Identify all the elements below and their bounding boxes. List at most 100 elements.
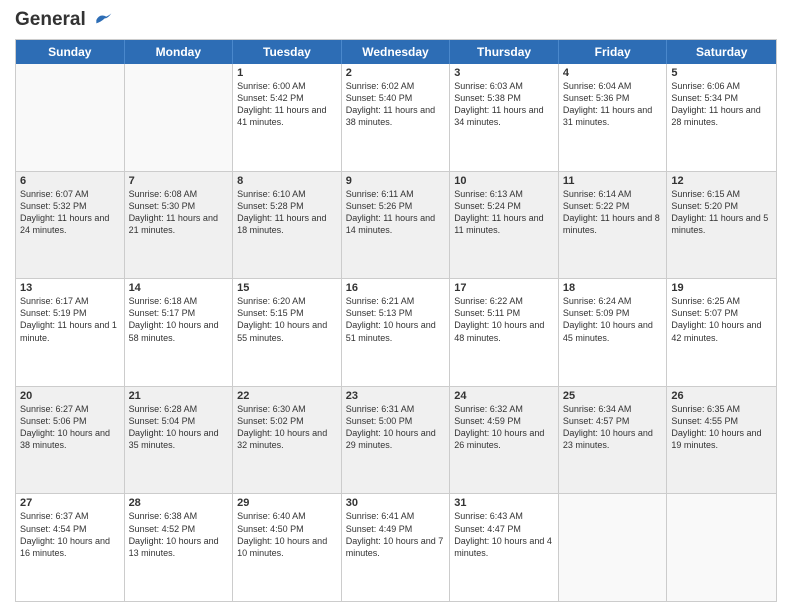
cal-cell: 28Sunrise: 6:38 AMSunset: 4:52 PMDayligh… bbox=[125, 494, 234, 601]
cal-cell: 11Sunrise: 6:14 AMSunset: 5:22 PMDayligh… bbox=[559, 172, 668, 279]
header-day-friday: Friday bbox=[559, 40, 668, 64]
cell-info: Sunrise: 6:28 AMSunset: 5:04 PMDaylight:… bbox=[129, 403, 229, 452]
cal-cell: 6Sunrise: 6:07 AMSunset: 5:32 PMDaylight… bbox=[16, 172, 125, 279]
cell-info: Sunrise: 6:11 AMSunset: 5:26 PMDaylight:… bbox=[346, 188, 446, 237]
cal-cell: 8Sunrise: 6:10 AMSunset: 5:28 PMDaylight… bbox=[233, 172, 342, 279]
day-number: 15 bbox=[237, 282, 337, 294]
cal-cell: 12Sunrise: 6:15 AMSunset: 5:20 PMDayligh… bbox=[667, 172, 776, 279]
cell-info: Sunrise: 6:27 AMSunset: 5:06 PMDaylight:… bbox=[20, 403, 120, 452]
header-day-monday: Monday bbox=[125, 40, 234, 64]
cal-cell: 14Sunrise: 6:18 AMSunset: 5:17 PMDayligh… bbox=[125, 279, 234, 386]
cal-cell: 9Sunrise: 6:11 AMSunset: 5:26 PMDaylight… bbox=[342, 172, 451, 279]
header-day-saturday: Saturday bbox=[667, 40, 776, 64]
day-number: 29 bbox=[237, 497, 337, 509]
cal-cell: 2Sunrise: 6:02 AMSunset: 5:40 PMDaylight… bbox=[342, 64, 451, 171]
cal-cell: 16Sunrise: 6:21 AMSunset: 5:13 PMDayligh… bbox=[342, 279, 451, 386]
cal-cell: 21Sunrise: 6:28 AMSunset: 5:04 PMDayligh… bbox=[125, 387, 234, 494]
calendar: SundayMondayTuesdayWednesdayThursdayFrid… bbox=[15, 39, 777, 602]
header-day-tuesday: Tuesday bbox=[233, 40, 342, 64]
day-number: 13 bbox=[20, 282, 120, 294]
day-number: 5 bbox=[671, 67, 772, 79]
cell-info: Sunrise: 6:20 AMSunset: 5:15 PMDaylight:… bbox=[237, 295, 337, 344]
day-number: 6 bbox=[20, 175, 120, 187]
calendar-header: SundayMondayTuesdayWednesdayThursdayFrid… bbox=[16, 40, 776, 64]
cal-cell bbox=[559, 494, 668, 601]
day-number: 18 bbox=[563, 282, 663, 294]
day-number: 7 bbox=[129, 175, 229, 187]
cal-cell: 1Sunrise: 6:00 AMSunset: 5:42 PMDaylight… bbox=[233, 64, 342, 171]
cell-info: Sunrise: 6:06 AMSunset: 5:34 PMDaylight:… bbox=[671, 80, 772, 129]
day-number: 3 bbox=[454, 67, 554, 79]
cell-info: Sunrise: 6:15 AMSunset: 5:20 PMDaylight:… bbox=[671, 188, 772, 237]
logo-bird-icon bbox=[93, 10, 113, 30]
day-number: 23 bbox=[346, 390, 446, 402]
day-number: 21 bbox=[129, 390, 229, 402]
cal-week-3: 13Sunrise: 6:17 AMSunset: 5:19 PMDayligh… bbox=[16, 279, 776, 387]
day-number: 10 bbox=[454, 175, 554, 187]
cal-cell: 31Sunrise: 6:43 AMSunset: 4:47 PMDayligh… bbox=[450, 494, 559, 601]
day-number: 28 bbox=[129, 497, 229, 509]
cell-info: Sunrise: 6:17 AMSunset: 5:19 PMDaylight:… bbox=[20, 295, 120, 344]
cal-cell: 5Sunrise: 6:06 AMSunset: 5:34 PMDaylight… bbox=[667, 64, 776, 171]
cal-cell: 23Sunrise: 6:31 AMSunset: 5:00 PMDayligh… bbox=[342, 387, 451, 494]
cal-week-4: 20Sunrise: 6:27 AMSunset: 5:06 PMDayligh… bbox=[16, 387, 776, 495]
cell-info: Sunrise: 6:38 AMSunset: 4:52 PMDaylight:… bbox=[129, 510, 229, 559]
cell-info: Sunrise: 6:37 AMSunset: 4:54 PMDaylight:… bbox=[20, 510, 120, 559]
header: General bbox=[15, 10, 777, 31]
day-number: 1 bbox=[237, 67, 337, 79]
cell-info: Sunrise: 6:35 AMSunset: 4:55 PMDaylight:… bbox=[671, 403, 772, 452]
day-number: 30 bbox=[346, 497, 446, 509]
day-number: 31 bbox=[454, 497, 554, 509]
day-number: 27 bbox=[20, 497, 120, 509]
cal-week-2: 6Sunrise: 6:07 AMSunset: 5:32 PMDaylight… bbox=[16, 172, 776, 280]
cal-week-5: 27Sunrise: 6:37 AMSunset: 4:54 PMDayligh… bbox=[16, 494, 776, 601]
cell-info: Sunrise: 6:02 AMSunset: 5:40 PMDaylight:… bbox=[346, 80, 446, 129]
cal-cell: 17Sunrise: 6:22 AMSunset: 5:11 PMDayligh… bbox=[450, 279, 559, 386]
cal-cell bbox=[125, 64, 234, 171]
day-number: 16 bbox=[346, 282, 446, 294]
day-number: 24 bbox=[454, 390, 554, 402]
cell-info: Sunrise: 6:41 AMSunset: 4:49 PMDaylight:… bbox=[346, 510, 446, 559]
day-number: 2 bbox=[346, 67, 446, 79]
cal-cell: 3Sunrise: 6:03 AMSunset: 5:38 PMDaylight… bbox=[450, 64, 559, 171]
cell-info: Sunrise: 6:31 AMSunset: 5:00 PMDaylight:… bbox=[346, 403, 446, 452]
cal-cell: 15Sunrise: 6:20 AMSunset: 5:15 PMDayligh… bbox=[233, 279, 342, 386]
cal-cell: 26Sunrise: 6:35 AMSunset: 4:55 PMDayligh… bbox=[667, 387, 776, 494]
cell-info: Sunrise: 6:03 AMSunset: 5:38 PMDaylight:… bbox=[454, 80, 554, 129]
cell-info: Sunrise: 6:18 AMSunset: 5:17 PMDaylight:… bbox=[129, 295, 229, 344]
cell-info: Sunrise: 6:08 AMSunset: 5:30 PMDaylight:… bbox=[129, 188, 229, 237]
cell-info: Sunrise: 6:04 AMSunset: 5:36 PMDaylight:… bbox=[563, 80, 663, 129]
cal-cell: 22Sunrise: 6:30 AMSunset: 5:02 PMDayligh… bbox=[233, 387, 342, 494]
day-number: 4 bbox=[563, 67, 663, 79]
header-day-wednesday: Wednesday bbox=[342, 40, 451, 64]
cell-info: Sunrise: 6:34 AMSunset: 4:57 PMDaylight:… bbox=[563, 403, 663, 452]
cal-cell: 20Sunrise: 6:27 AMSunset: 5:06 PMDayligh… bbox=[16, 387, 125, 494]
day-number: 11 bbox=[563, 175, 663, 187]
cal-cell: 29Sunrise: 6:40 AMSunset: 4:50 PMDayligh… bbox=[233, 494, 342, 601]
day-number: 9 bbox=[346, 175, 446, 187]
cell-info: Sunrise: 6:14 AMSunset: 5:22 PMDaylight:… bbox=[563, 188, 663, 237]
day-number: 22 bbox=[237, 390, 337, 402]
day-number: 26 bbox=[671, 390, 772, 402]
header-day-sunday: Sunday bbox=[16, 40, 125, 64]
cell-info: Sunrise: 6:32 AMSunset: 4:59 PMDaylight:… bbox=[454, 403, 554, 452]
cal-cell: 25Sunrise: 6:34 AMSunset: 4:57 PMDayligh… bbox=[559, 387, 668, 494]
day-number: 25 bbox=[563, 390, 663, 402]
logo: General bbox=[15, 10, 113, 31]
cal-cell: 27Sunrise: 6:37 AMSunset: 4:54 PMDayligh… bbox=[16, 494, 125, 601]
day-number: 17 bbox=[454, 282, 554, 294]
cal-cell: 24Sunrise: 6:32 AMSunset: 4:59 PMDayligh… bbox=[450, 387, 559, 494]
cal-week-1: 1Sunrise: 6:00 AMSunset: 5:42 PMDaylight… bbox=[16, 64, 776, 172]
cal-cell: 19Sunrise: 6:25 AMSunset: 5:07 PMDayligh… bbox=[667, 279, 776, 386]
cell-info: Sunrise: 6:07 AMSunset: 5:32 PMDaylight:… bbox=[20, 188, 120, 237]
day-number: 20 bbox=[20, 390, 120, 402]
header-day-thursday: Thursday bbox=[450, 40, 559, 64]
cell-info: Sunrise: 6:40 AMSunset: 4:50 PMDaylight:… bbox=[237, 510, 337, 559]
cell-info: Sunrise: 6:30 AMSunset: 5:02 PMDaylight:… bbox=[237, 403, 337, 452]
cell-info: Sunrise: 6:00 AMSunset: 5:42 PMDaylight:… bbox=[237, 80, 337, 129]
cell-info: Sunrise: 6:13 AMSunset: 5:24 PMDaylight:… bbox=[454, 188, 554, 237]
cal-cell bbox=[16, 64, 125, 171]
cal-cell: 10Sunrise: 6:13 AMSunset: 5:24 PMDayligh… bbox=[450, 172, 559, 279]
calendar-container: General SundayMondayTuesdayWednesdayThur… bbox=[0, 0, 792, 612]
logo-general: General bbox=[15, 9, 86, 30]
